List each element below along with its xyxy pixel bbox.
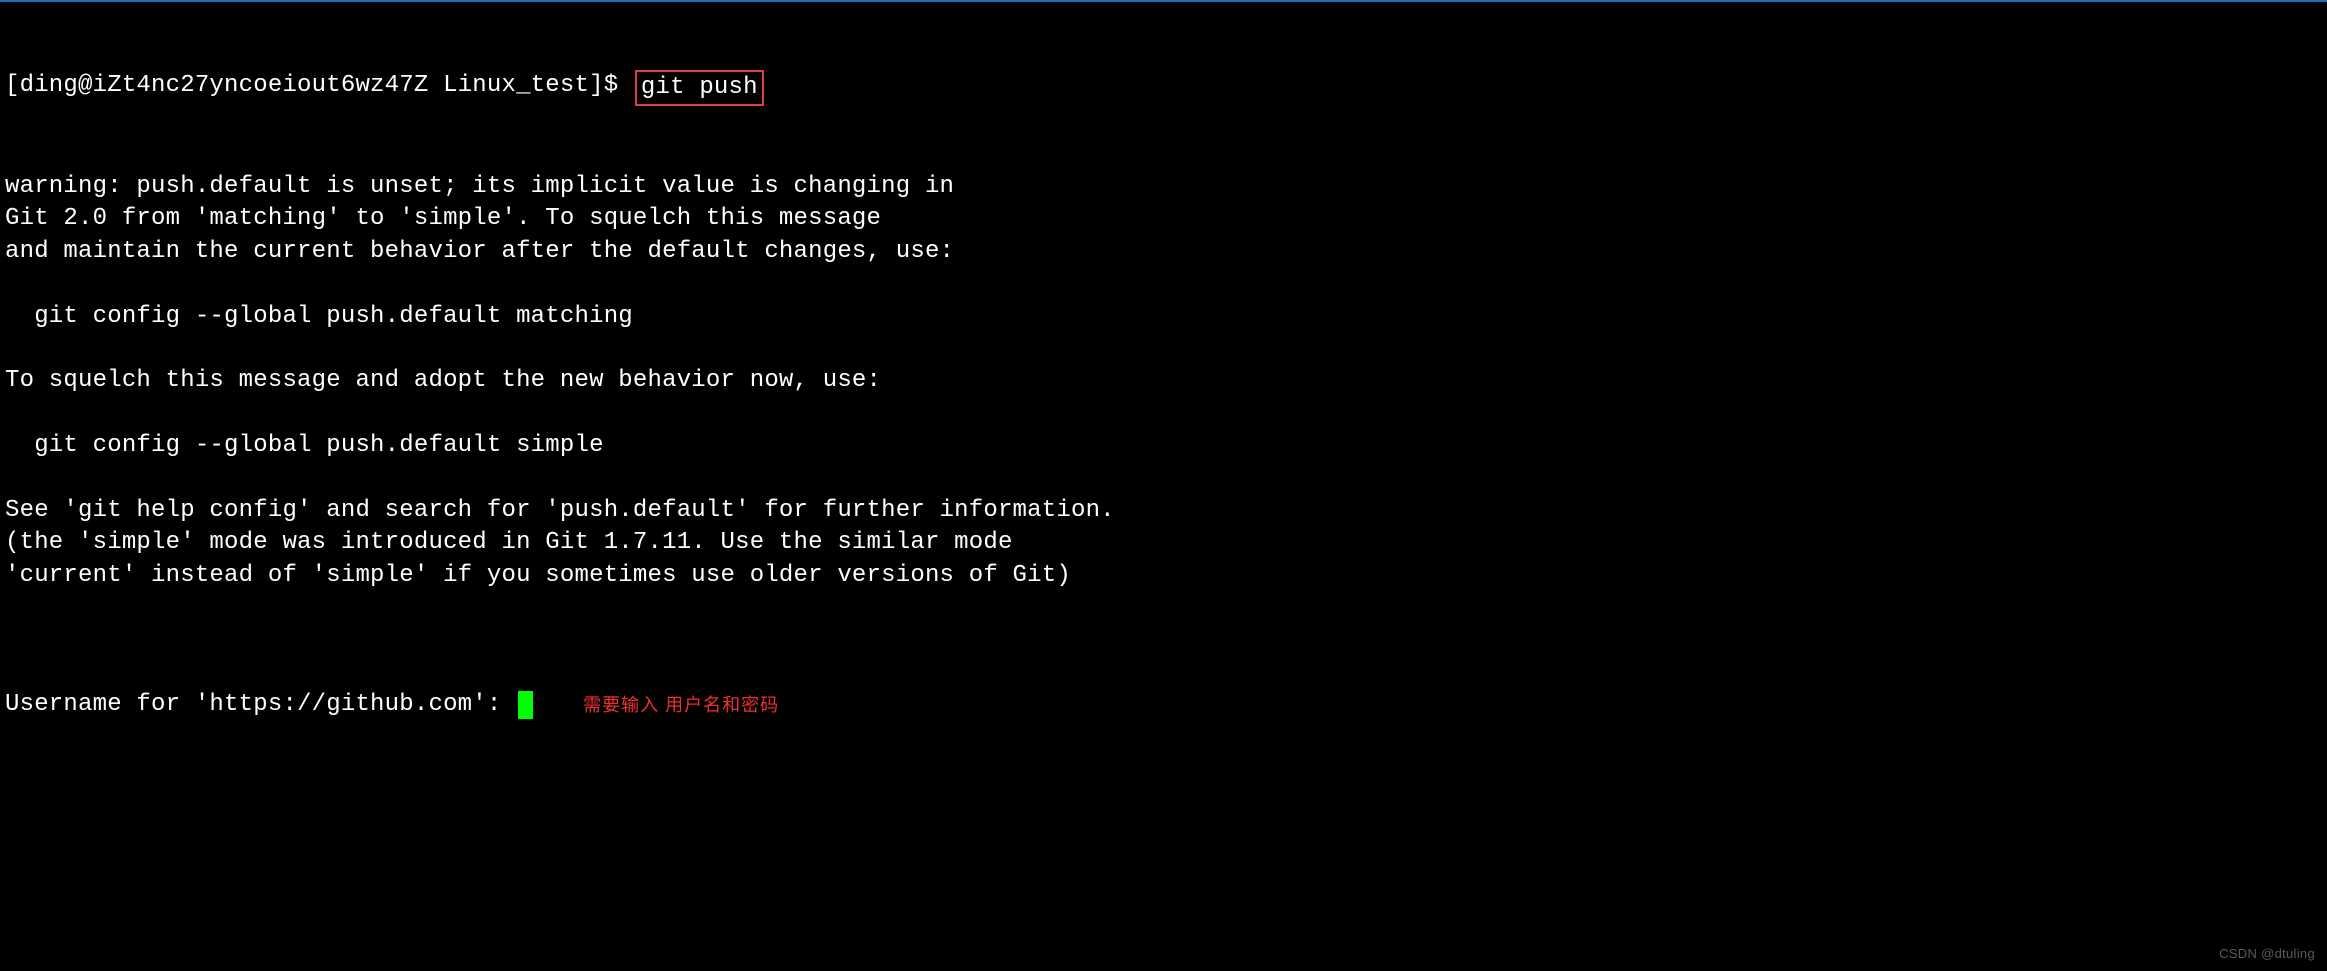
output-line: (the 'simple' mode was introduced in Git… xyxy=(5,527,2322,559)
shell-prompt: [ding@iZt4nc27yncoeiout6wz47Z Linux_test… xyxy=(5,70,633,102)
output-line xyxy=(5,333,2322,365)
watermark: CSDN @dtuling xyxy=(2219,945,2315,963)
output-line: 'current' instead of 'simple' if you som… xyxy=(5,560,2322,592)
output-line: and maintain the current behavior after … xyxy=(5,236,2322,268)
output-line xyxy=(5,462,2322,494)
output-line xyxy=(5,268,2322,300)
output-line: warning: push.default is unset; its impl… xyxy=(5,171,2322,203)
input-prompt-line[interactable]: Username for 'https://github.com': 需要输入 … xyxy=(5,689,2322,721)
terminal-output: warning: push.default is unset; its impl… xyxy=(5,171,2322,624)
annotation-text: 需要输入 用户名和密码 xyxy=(583,693,779,717)
output-line: See 'git help config' and search for 'pu… xyxy=(5,495,2322,527)
terminal-window[interactable]: [ding@iZt4nc27yncoeiout6wz47Z Linux_test… xyxy=(5,5,2322,754)
output-line: To squelch this message and adopt the ne… xyxy=(5,365,2322,397)
output-line: git config --global push.default simple xyxy=(5,430,2322,462)
output-line: git config --global push.default matchin… xyxy=(5,301,2322,333)
output-line: Git 2.0 from 'matching' to 'simple'. To … xyxy=(5,203,2322,235)
cursor-icon xyxy=(518,691,533,719)
username-prompt: Username for 'https://github.com': xyxy=(5,689,516,721)
command-line: [ding@iZt4nc27yncoeiout6wz47Z Linux_test… xyxy=(5,70,2322,106)
output-line xyxy=(5,398,2322,430)
highlighted-command: git push xyxy=(635,70,764,106)
output-line xyxy=(5,592,2322,624)
